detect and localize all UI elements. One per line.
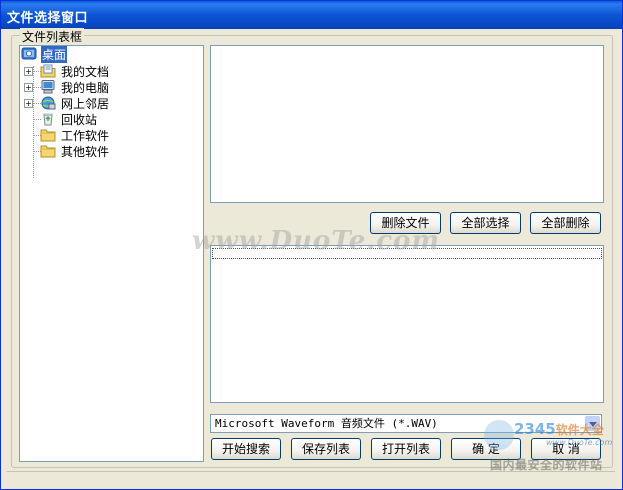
computer-icon: [40, 80, 56, 94]
delete-all-button[interactable]: 全部删除: [530, 212, 601, 234]
watermark-logo: 2345软件大全 www.DuoTe.com 国内最安全的软件站: [484, 416, 620, 476]
tree-item-label: 其他软件: [61, 144, 110, 159]
desktop-icon: [21, 47, 37, 61]
tree-item-desktop[interactable]: 桌面: [21, 45, 68, 63]
file-type-value: Microsoft Waveform 音频文件 (*.WAV): [215, 417, 438, 430]
tree-item-network[interactable]: + 网上邻居: [24, 95, 110, 111]
title-bar[interactable]: 文件选择窗口: [1, 1, 622, 29]
selected-files-list[interactable]: [210, 245, 604, 403]
watermark-brand: 2345软件大全: [514, 420, 604, 438]
expand-icon[interactable]: +: [24, 99, 33, 108]
expand-icon[interactable]: +: [24, 67, 33, 76]
save-list-button[interactable]: 保存列表: [291, 438, 361, 460]
recycle-bin-icon: [40, 112, 56, 126]
tree-item-label: 网上邻居: [61, 96, 110, 111]
tree-item-my-documents[interactable]: + 我的文档: [24, 63, 110, 79]
documents-folder-icon: [40, 64, 56, 78]
window-title: 文件选择窗口: [7, 11, 89, 26]
watermark-text: www.DuoTe.com: [192, 226, 441, 256]
select-all-button[interactable]: 全部选择: [450, 212, 521, 234]
watermark-url: www.DuoTe.com: [546, 438, 613, 447]
tree-item-recycle-bin[interactable]: 回收站: [24, 111, 98, 127]
file-list-pane[interactable]: [210, 45, 604, 203]
tree-item-label: 我的电脑: [61, 80, 110, 95]
tree-item-label: 桌面: [41, 45, 68, 63]
expand-icon[interactable]: +: [24, 83, 33, 92]
watermark-slogan: 国内最安全的软件站: [490, 458, 603, 472]
mascot-icon: [484, 420, 514, 450]
folder-tree[interactable]: 桌面 + 我的文档 + 我的电脑 + 网上邻居 回收站 工作软件 其他软件: [19, 45, 204, 462]
tree-item-label: 回收站: [61, 112, 98, 127]
tree-item-other-software[interactable]: 其他软件: [24, 143, 110, 159]
groupbox-label: 文件列表框: [20, 28, 85, 45]
tree-item-label: 工作软件: [61, 128, 110, 143]
tree-item-work-software[interactable]: 工作软件: [24, 127, 110, 143]
open-list-button[interactable]: 打开列表: [371, 438, 441, 460]
folder-icon: [40, 144, 56, 158]
start-search-button[interactable]: 开始搜索: [211, 438, 281, 460]
tree-item-my-computer[interactable]: + 我的电脑: [24, 79, 110, 95]
folder-icon: [40, 128, 56, 142]
network-icon: [40, 96, 56, 110]
tree-item-label: 我的文档: [61, 64, 110, 79]
